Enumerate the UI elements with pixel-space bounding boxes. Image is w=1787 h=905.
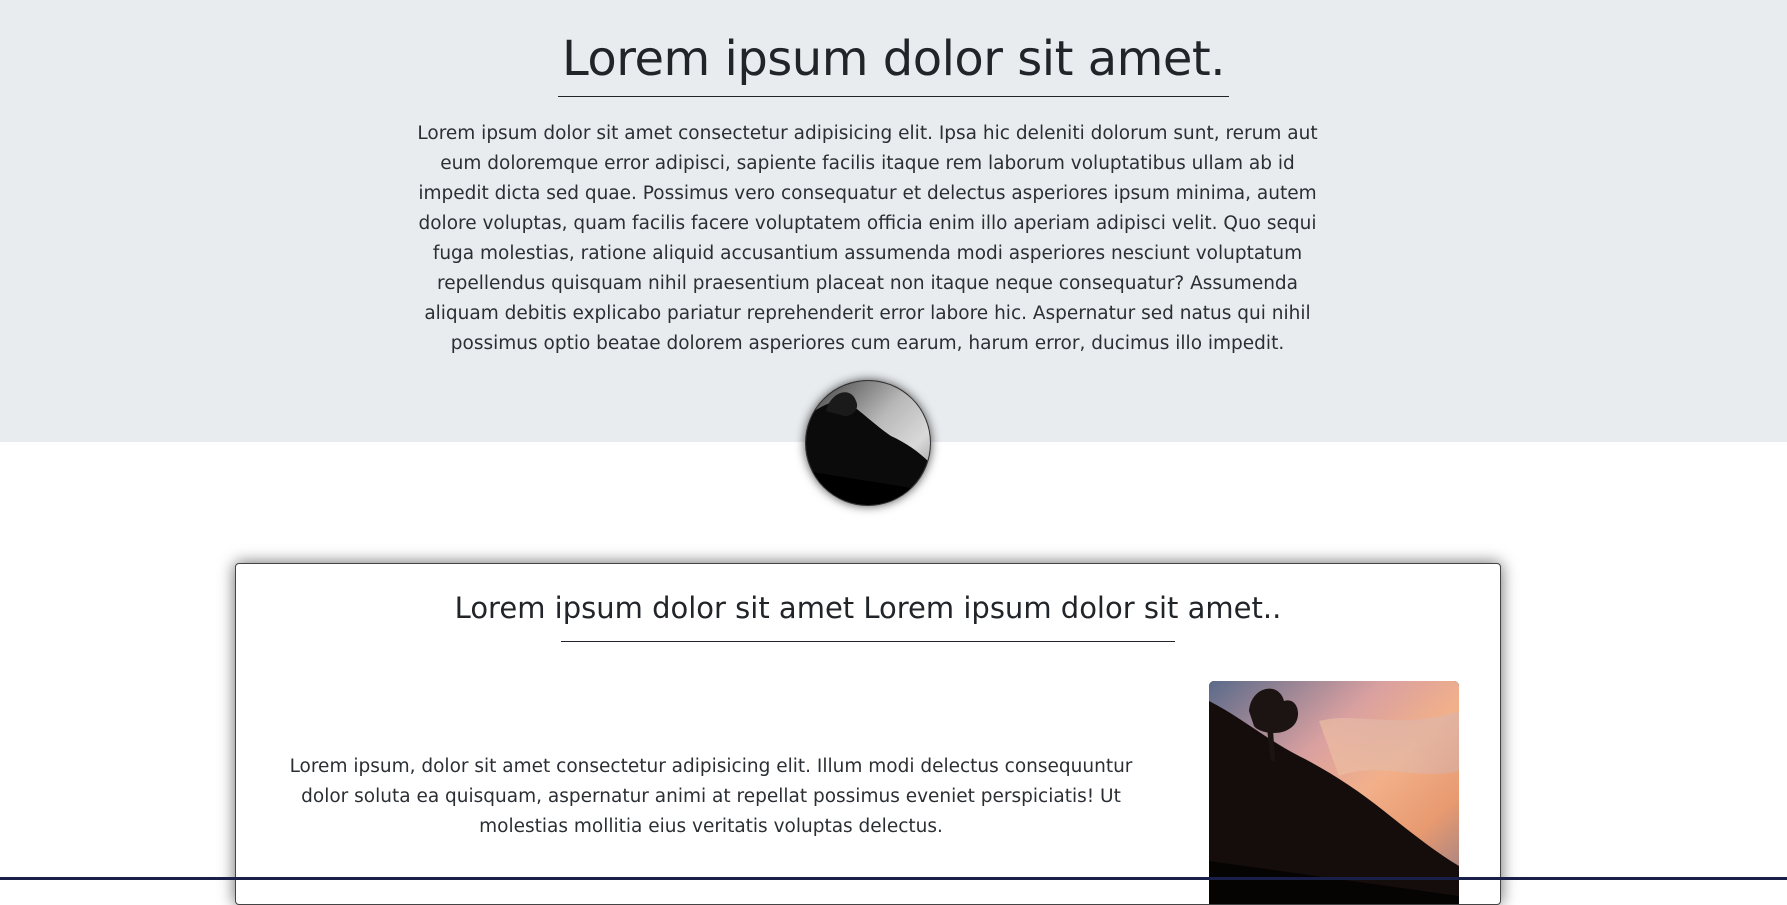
content-card: Lorem ipsum dolor sit amet Lorem ipsum d… [235,563,1501,905]
profile-avatar-image [805,380,931,506]
card-sunset-image [1209,681,1459,904]
card-title-divider [561,641,1175,642]
hero-title: Lorem ipsum dolor sit amet. [0,26,1787,97]
hero-paragraph: Lorem ipsum dolor sit amet consectetur a… [417,123,1318,354]
hero-section: Lorem ipsum dolor sit amet. Lorem ipsum … [0,0,1787,442]
hero-title-text: Lorem ipsum dolor sit amet. [558,26,1229,97]
card-paragraph: Lorem ipsum, dolor sit amet consectetur … [289,756,1133,837]
card-title: Lorem ipsum dolor sit amet Lorem ipsum d… [454,591,1282,625]
